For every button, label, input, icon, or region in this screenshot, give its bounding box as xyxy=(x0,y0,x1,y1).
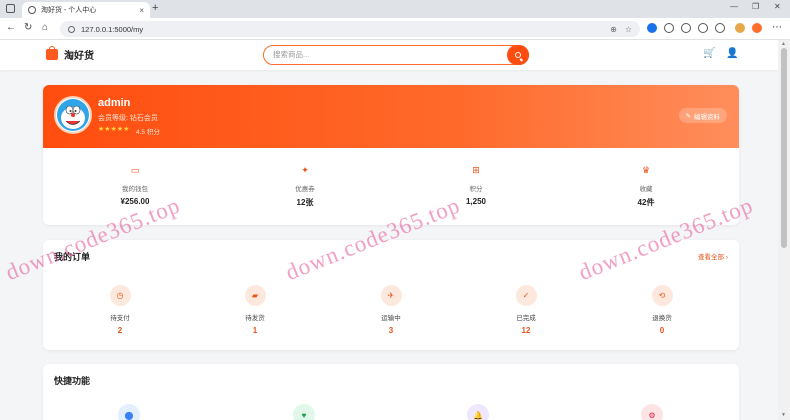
tab-title: 淘好货 - 个人中心 xyxy=(41,7,97,14)
scroll-up-icon[interactable]: ▲ xyxy=(781,41,786,47)
wallet-icon: ▭ xyxy=(130,164,140,175)
search-icon xyxy=(515,52,521,58)
orders-card: 我的订单 查看全部 › ◷ 待支付 2 ▰ 待发货 1 ✈ 运输中 3 ✓ 已完… xyxy=(43,240,739,350)
ticket-icon: ✦ xyxy=(301,164,309,175)
site-logo[interactable]: 淘好货 xyxy=(46,46,94,62)
order-status-returns[interactable]: ⟲ 退换货 0 xyxy=(622,285,702,335)
rating-score: 4.5 积分 xyxy=(136,129,160,136)
order-status-label: 退换货 xyxy=(652,315,672,322)
search-input[interactable] xyxy=(273,50,503,59)
extension-icon[interactable] xyxy=(698,23,708,33)
site-header: 淘好货 🛒 👤 xyxy=(0,40,778,70)
shopping-bag-icon xyxy=(46,46,58,60)
exchange-icon: ⟲ xyxy=(651,285,673,306)
extension-icon[interactable] xyxy=(715,23,725,33)
trophy-icon: ♛ xyxy=(641,164,651,175)
close-tab-icon[interactable]: × xyxy=(139,6,144,15)
view-all-orders-link[interactable]: 查看全部 › xyxy=(698,251,728,261)
doraemon-avatar-icon xyxy=(57,99,89,131)
stat-favorites[interactable]: ♛ 收藏 42件 xyxy=(586,163,706,208)
order-status-label: 待发货 xyxy=(245,315,265,322)
stat-coupons[interactable]: ✦ 优惠券 12张 xyxy=(245,163,365,208)
minimize-button[interactable]: — xyxy=(730,2,738,11)
quick-functions-card: 快捷功能 ⬤ ♥ 🔔 ⚙ xyxy=(43,364,739,420)
stat-points[interactable]: ⊞ 积分 1,250 xyxy=(416,163,536,207)
clock-icon: ◷ xyxy=(109,285,131,306)
stat-value: ¥256.00 xyxy=(120,197,150,206)
logo-text: 淘好货 xyxy=(64,51,94,62)
heart-icon[interactable]: ♥ xyxy=(293,404,315,420)
home-button[interactable]: ⌂ xyxy=(42,22,48,33)
stat-value: 12张 xyxy=(296,198,314,207)
extension-icon[interactable] xyxy=(647,23,657,33)
extension-icon[interactable] xyxy=(752,23,762,33)
globe-icon xyxy=(28,6,36,14)
tab-grid-icon[interactable] xyxy=(6,4,15,13)
profile-banner: admin 会员等级: 钻石会员 ★★★★★ 4.5 积分 ✎ 编辑资料 xyxy=(43,85,739,148)
page-scrollbar[interactable]: ▲ ▼ xyxy=(778,40,790,420)
scrollbar-thumb[interactable] xyxy=(781,48,787,248)
cart-icon[interactable]: 🛒 xyxy=(703,48,715,59)
order-status-count: 1 xyxy=(252,326,258,335)
new-tab-button[interactable]: + xyxy=(152,2,158,14)
search-box xyxy=(263,45,529,65)
username: admin xyxy=(98,97,131,109)
rating-stars: ★★★★★ xyxy=(98,126,130,133)
search-button[interactable] xyxy=(507,45,529,65)
member-level: 会员等级: 钻石会员 xyxy=(98,115,158,122)
extension-icon[interactable] xyxy=(681,23,691,33)
quick-functions-title: 快捷功能 xyxy=(54,376,91,386)
order-status-label: 已完成 xyxy=(516,315,536,322)
profile-stats: ▭ 我的钱包 ¥256.00 ✦ 优惠券 12张 ⊞ 积分 1,250 ♛ 收藏… xyxy=(43,163,739,213)
url-text: 127.0.0.1:5000/my xyxy=(81,24,144,34)
stat-wallet[interactable]: ▭ 我的钱包 ¥256.00 xyxy=(75,163,195,207)
edit-icon: ✎ xyxy=(685,112,691,120)
bell-icon[interactable]: 🔔 xyxy=(467,404,489,420)
order-status-count: 3 xyxy=(388,326,394,335)
stat-value: 42件 xyxy=(637,198,655,207)
profile-card: admin 会员等级: 钻石会员 ★★★★★ 4.5 积分 ✎ 编辑资料 ▭ 我… xyxy=(43,85,739,225)
bookmark-star-icon[interactable]: ☆ xyxy=(625,25,632,34)
browser-menu-icon[interactable]: ⋯ xyxy=(772,22,782,33)
plane-icon: ✈ xyxy=(380,285,402,306)
order-status-count: 12 xyxy=(521,326,531,335)
stat-label: 优惠券 xyxy=(295,186,315,193)
truck-icon: ▰ xyxy=(244,285,266,306)
order-status-completed[interactable]: ✓ 已完成 12 xyxy=(486,285,566,335)
maximize-button[interactable]: ❐ xyxy=(752,2,759,11)
close-window-button[interactable]: ✕ xyxy=(774,2,781,11)
order-status-pending-shipment[interactable]: ▰ 待发货 1 xyxy=(215,285,295,335)
site-info-icon[interactable] xyxy=(68,25,75,33)
gift-icon: ⊞ xyxy=(472,164,480,175)
stat-label: 我的钱包 xyxy=(122,186,148,193)
order-status-count: 0 xyxy=(659,326,665,335)
order-status-in-transit[interactable]: ✈ 运输中 3 xyxy=(351,285,431,335)
back-button[interactable]: ← xyxy=(6,22,16,33)
zoom-icon[interactable]: ⊕ xyxy=(610,25,617,34)
order-status-label: 待支付 xyxy=(110,315,130,322)
orders-title: 我的订单 xyxy=(54,252,91,262)
stat-label: 积分 xyxy=(469,186,483,193)
order-status-label: 运输中 xyxy=(381,315,401,322)
reload-button[interactable]: ↻ xyxy=(24,22,32,33)
extension-icon[interactable] xyxy=(664,23,674,33)
check-icon: ✓ xyxy=(515,285,537,306)
order-status-pending-payment[interactable]: ◷ 待支付 2 xyxy=(80,285,160,335)
browser-toolbar: ← ↻ ⌂ 127.0.0.1:5000/my ⊕ ☆ ⋯ xyxy=(0,18,790,40)
gear-icon[interactable]: ⚙ xyxy=(641,404,663,420)
edit-profile-label: 编辑资料 xyxy=(694,113,720,121)
edit-profile-button[interactable]: ✎ 编辑资料 xyxy=(678,108,727,123)
order-status-count: 2 xyxy=(117,326,123,335)
avatar[interactable] xyxy=(54,96,92,134)
browser-tab[interactable]: 淘好货 - 个人中心 × xyxy=(22,2,150,18)
stat-label: 收藏 xyxy=(639,186,653,193)
location-icon[interactable]: ⬤ xyxy=(118,404,140,420)
profile-avatar-icon[interactable] xyxy=(735,23,745,33)
browser-tab-strip: 淘好货 - 个人中心 × + — ❐ ✕ xyxy=(0,0,790,18)
user-icon[interactable]: 👤 xyxy=(726,48,738,59)
scroll-down-icon[interactable]: ▼ xyxy=(781,412,786,418)
address-bar[interactable]: 127.0.0.1:5000/my ⊕ ☆ xyxy=(60,21,640,37)
stat-value: 1,250 xyxy=(465,197,487,206)
